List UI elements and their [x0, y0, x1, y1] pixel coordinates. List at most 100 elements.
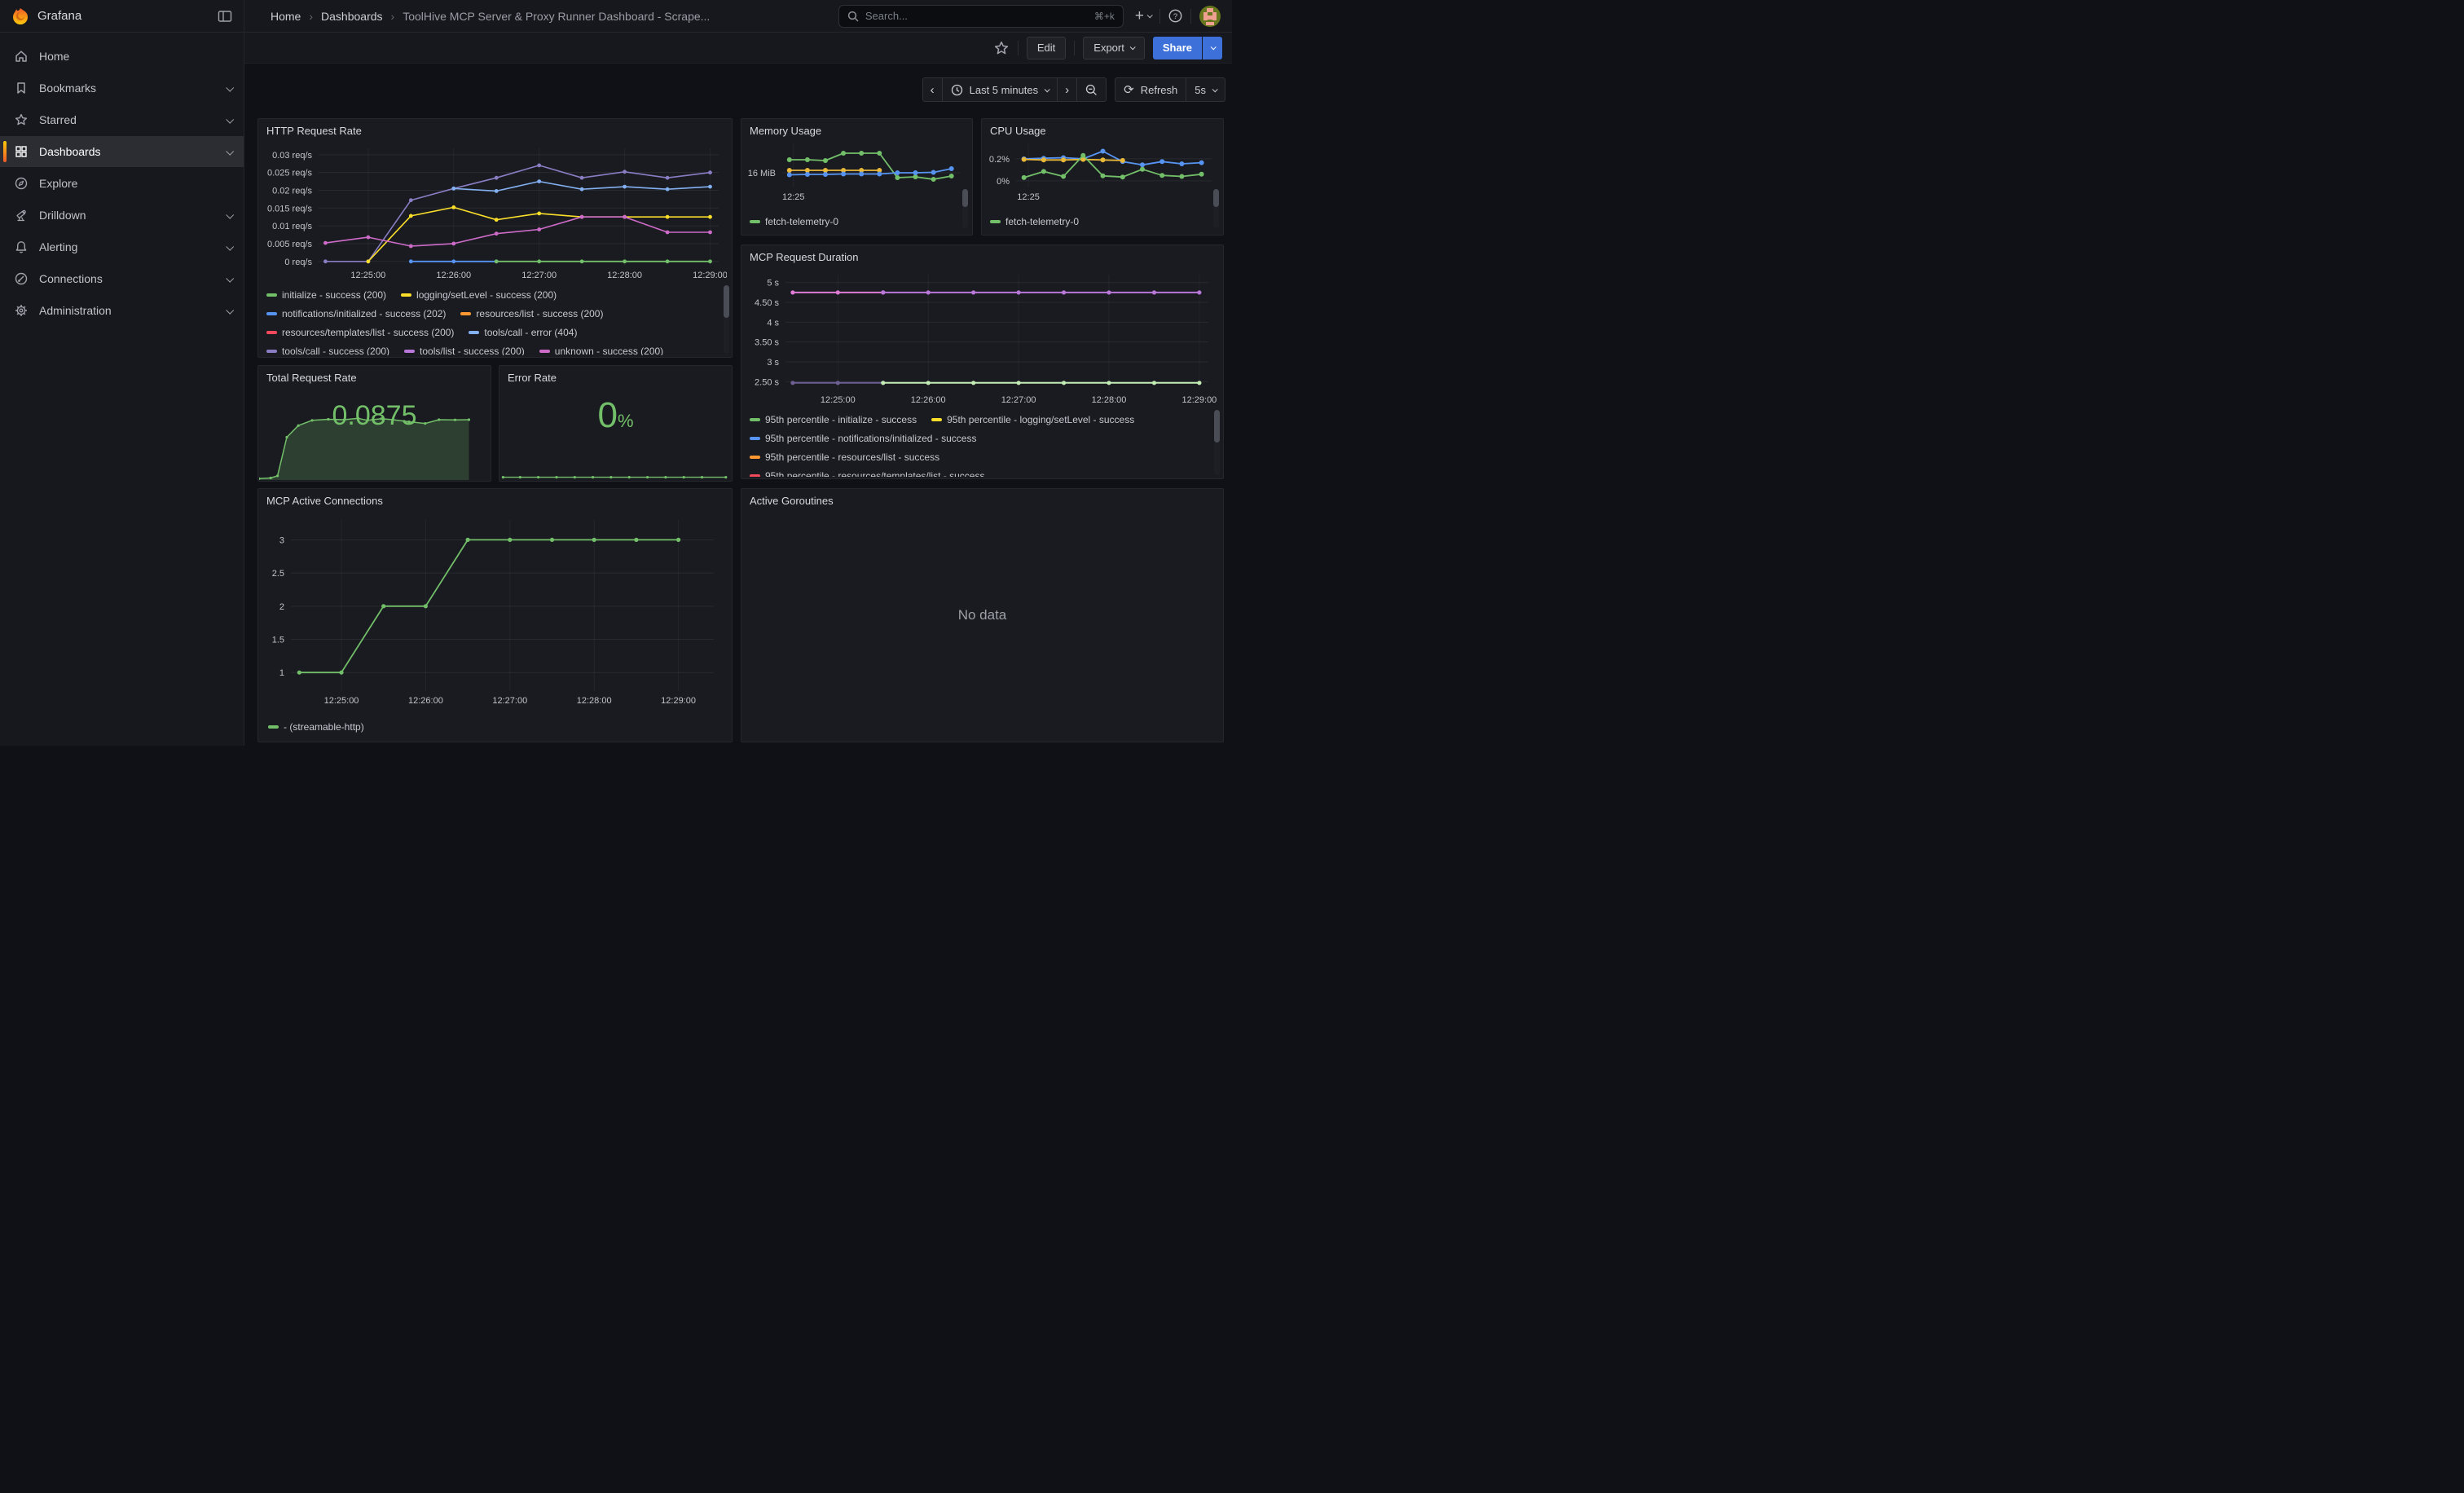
- legend-item[interactable]: 95th percentile - logging/setLevel - suc…: [931, 414, 1134, 425]
- legend-item[interactable]: tools/list - success (200): [404, 346, 525, 356]
- svg-text:0.01 req/s: 0.01 req/s: [272, 222, 312, 231]
- scrollbar-thumb[interactable]: [1214, 410, 1220, 443]
- svg-text:12:26:00: 12:26:00: [408, 696, 443, 706]
- legend-item[interactable]: 95th percentile - resources/list - succe…: [750, 451, 939, 463]
- panel-title[interactable]: Memory Usage: [750, 125, 821, 137]
- panel-title[interactable]: MCP Active Connections: [266, 495, 383, 507]
- stat-number: 0: [597, 395, 617, 435]
- legend-item[interactable]: unknown - success (200): [539, 346, 663, 356]
- legend-item[interactable]: initialize - success (200): [266, 289, 386, 301]
- time-shift-forward-button[interactable]: ›: [1058, 77, 1077, 102]
- dock-panel-icon: [218, 10, 232, 23]
- legend-item[interactable]: 95th percentile - initialize - success: [750, 414, 917, 425]
- drilldown-icon: [13, 208, 29, 222]
- legend-item[interactable]: 95th percentile - notifications/initiali…: [750, 433, 976, 444]
- chevron-down-icon[interactable]: [226, 83, 234, 91]
- legend-item[interactable]: notifications/initialized - success (202…: [266, 308, 446, 319]
- dock-sidebar-button[interactable]: [218, 10, 232, 23]
- search-icon: [847, 11, 859, 22]
- chevron-down-icon[interactable]: [226, 274, 234, 282]
- stat-value: 0.0875: [258, 400, 491, 432]
- svg-text:0.005 req/s: 0.005 req/s: [267, 240, 313, 249]
- svg-text:0.02 req/s: 0.02 req/s: [272, 186, 312, 196]
- refresh-button[interactable]: ⟳ Refresh: [1115, 77, 1186, 102]
- share-split-button: Share: [1153, 37, 1222, 59]
- breadcrumb-separator: ›: [309, 10, 313, 23]
- mcp-request-duration-chart[interactable]: 12:25:0012:26:0012:27:0012:28:0012:29:00…: [745, 268, 1217, 407]
- chevron-down-icon: [1045, 86, 1050, 92]
- legend-item[interactable]: tools/call - success (200): [266, 346, 389, 356]
- panel-title[interactable]: CPU Usage: [990, 125, 1046, 137]
- legend-item[interactable]: - (streamable-http): [268, 721, 364, 733]
- time-range-group: ‹ Last 5 minutes ›: [922, 77, 1107, 102]
- sidebar-item-connections[interactable]: Connections: [0, 263, 244, 294]
- sidebar-item-starred[interactable]: Starred: [0, 104, 244, 135]
- scrollbar-thumb[interactable]: [1213, 189, 1219, 207]
- stat-suffix: %: [618, 411, 634, 431]
- legend-item[interactable]: fetch-telemetry-0: [750, 216, 838, 227]
- star-dashboard-button[interactable]: [993, 40, 1010, 56]
- memory-usage-chart[interactable]: 12:2516 MiB: [743, 139, 967, 202]
- time-range-picker[interactable]: Last 5 minutes: [943, 77, 1058, 102]
- http-request-rate-chart[interactable]: 12:25:0012:26:0012:27:0012:28:0012:29:00…: [262, 142, 727, 282]
- dashboards-grid-icon: [13, 144, 29, 159]
- share-button[interactable]: Share: [1153, 37, 1202, 59]
- mcp-active-connections-chart[interactable]: 12:25:0012:26:0012:27:0012:28:0012:29:00…: [262, 512, 724, 711]
- dashboard-toolbar: Edit Export Share: [244, 33, 1232, 64]
- panel-title[interactable]: HTTP Request Rate: [266, 125, 362, 137]
- export-button[interactable]: Export: [1083, 37, 1145, 59]
- chevron-down-icon[interactable]: [226, 242, 234, 250]
- edit-button[interactable]: Edit: [1027, 37, 1066, 59]
- chevron-down-icon[interactable]: [226, 147, 234, 155]
- help-button[interactable]: ?: [1168, 9, 1182, 23]
- search-input[interactable]: [865, 10, 1088, 22]
- sidebar-item-label: Alerting: [39, 240, 77, 253]
- svg-text:12:25:00: 12:25:00: [350, 271, 385, 280]
- legend-item[interactable]: resources/list - success (200): [460, 308, 603, 319]
- sidebar-item-explore[interactable]: Explore: [0, 168, 244, 199]
- search-input-box[interactable]: ⌘+k: [838, 5, 1124, 28]
- chevron-down-icon[interactable]: [226, 306, 234, 314]
- panel-title[interactable]: Error Rate: [508, 372, 557, 384]
- panel-title[interactable]: Active Goroutines: [750, 495, 834, 507]
- grafana-home-link[interactable]: Grafana: [11, 7, 81, 25]
- star-icon: [13, 112, 29, 127]
- scrollbar-thumb[interactable]: [962, 189, 968, 207]
- clock-icon: [951, 84, 963, 96]
- legend-item[interactable]: 95th percentile - resources/templates/li…: [750, 470, 984, 478]
- sidebar-item-dashboards[interactable]: Dashboards: [0, 136, 244, 167]
- scrollbar-thumb[interactable]: [724, 285, 729, 318]
- legend-item[interactable]: tools/call - error (404): [469, 327, 577, 338]
- chevron-down-icon[interactable]: [226, 115, 234, 123]
- legend-item[interactable]: resources/templates/list - success (200): [266, 327, 454, 338]
- user-avatar[interactable]: [1199, 6, 1221, 27]
- time-shift-back-button[interactable]: ‹: [922, 77, 943, 102]
- sidebar-item-bookmarks[interactable]: Bookmarks: [0, 73, 244, 103]
- topbar-actions: + ?: [1124, 6, 1232, 27]
- breadcrumb-dashboards[interactable]: Dashboards: [321, 10, 383, 23]
- breadcrumb-home[interactable]: Home: [271, 10, 301, 23]
- sidebar-item-home[interactable]: Home: [0, 41, 244, 72]
- legend-swatch: [990, 220, 1001, 223]
- sidebar-item-alerting[interactable]: Alerting: [0, 231, 244, 262]
- svg-text:4.50 s: 4.50 s: [755, 298, 779, 308]
- svg-text:12:27:00: 12:27:00: [492, 696, 527, 706]
- refresh-interval-picker[interactable]: 5s: [1186, 77, 1225, 102]
- zoom-out-time-button[interactable]: [1077, 77, 1107, 102]
- divider: [1074, 41, 1075, 55]
- sidebar-item-administration[interactable]: Administration: [0, 295, 244, 326]
- sidebar-item-drilldown[interactable]: Drilldown: [0, 200, 244, 231]
- legend-swatch: [750, 437, 760, 440]
- panel-title[interactable]: Total Request Rate: [266, 372, 357, 384]
- grafana-logo: [11, 7, 29, 25]
- cpu-usage-chart[interactable]: 12:250.2%0%: [983, 139, 1218, 202]
- add-new-button[interactable]: +: [1135, 8, 1151, 24]
- panel-title[interactable]: MCP Request Duration: [750, 251, 858, 263]
- svg-text:12:25: 12:25: [782, 192, 805, 202]
- legend-swatch: [266, 312, 277, 315]
- chevron-down-icon[interactable]: [226, 210, 234, 218]
- share-options-button[interactable]: [1203, 37, 1222, 59]
- legend-item[interactable]: fetch-telemetry-0: [990, 216, 1079, 227]
- legend-item[interactable]: logging/setLevel - success (200): [401, 289, 557, 301]
- svg-text:12:28:00: 12:28:00: [607, 271, 642, 280]
